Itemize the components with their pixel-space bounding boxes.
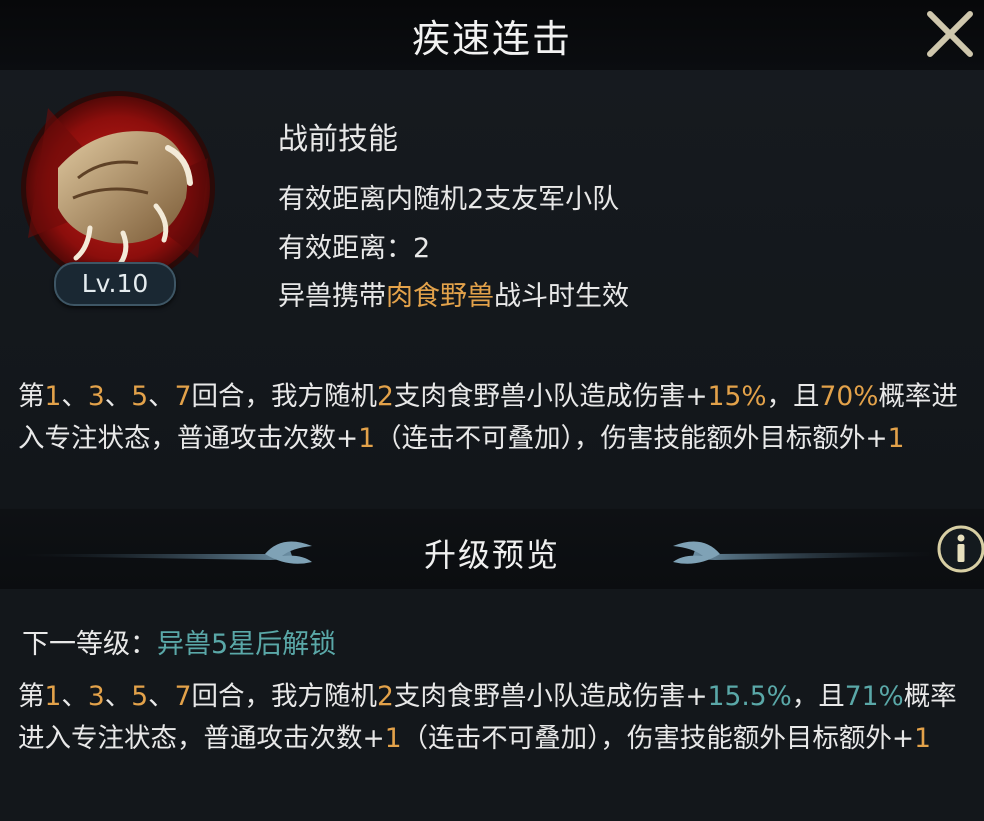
desc-number: 71% bbox=[844, 681, 904, 712]
desc-text: 、 bbox=[61, 381, 88, 412]
desc-number: 5 bbox=[131, 681, 149, 712]
skill-target: 有效距离内随机2支友军小队 bbox=[278, 184, 620, 215]
desc-number: 2 bbox=[377, 681, 394, 712]
desc-text: 回合，我方随机 bbox=[191, 381, 378, 412]
next-level-label: 下一等级： bbox=[22, 629, 157, 660]
condition-highlight: 肉食野兽 bbox=[386, 281, 494, 312]
desc-text: 、 bbox=[104, 681, 132, 712]
desc-text: 、 bbox=[61, 681, 88, 712]
desc-text: ，且 bbox=[766, 381, 820, 412]
desc-text: 支肉食野兽小队造成伤害+ bbox=[393, 381, 708, 412]
desc-text: （连击不可叠加），伤害技能额外目标额外+ bbox=[401, 723, 915, 754]
desc-number: 1 bbox=[358, 423, 376, 454]
desc-number: 7 bbox=[174, 381, 192, 412]
info-icon[interactable] bbox=[936, 524, 984, 574]
desc-number: 1 bbox=[44, 381, 62, 412]
desc-number: 1 bbox=[887, 423, 905, 454]
next-effect-description: 第1、3、5、7回合，我方随机2支肉食野兽小队造成伤害+15.5%，且71%概率… bbox=[18, 676, 968, 760]
next-level-line: 下一等级：异兽5星后解锁 bbox=[22, 622, 336, 661]
desc-text: 第 bbox=[18, 381, 45, 412]
next-level-value: 异兽5星后解锁 bbox=[157, 629, 337, 660]
skill-level-badge: Lv.10 bbox=[54, 262, 176, 306]
desc-number: 3 bbox=[87, 381, 105, 412]
desc-number: 2 bbox=[377, 381, 394, 412]
skill-type: 战前技能 bbox=[278, 122, 398, 157]
desc-number: 5 bbox=[131, 381, 149, 412]
current-effect-description: 第1、3、5、7回合，我方随机2支肉食野兽小队造成伤害+15%，且70%概率进入… bbox=[18, 376, 968, 460]
desc-text: 回合，我方随机 bbox=[191, 681, 378, 712]
skill-condition: 异兽携带肉食野兽战斗时生效 bbox=[278, 274, 629, 313]
page-title: 疾速连击 bbox=[411, 17, 572, 61]
desc-text: 支肉食野兽小队造成伤害+ bbox=[393, 681, 708, 712]
desc-number: 1 bbox=[384, 723, 402, 754]
beast-claw-icon bbox=[21, 91, 215, 285]
ornament-right-icon bbox=[673, 541, 935, 564]
desc-text: （连击不可叠加），伤害技能额外目标额外+ bbox=[375, 423, 888, 454]
condition-suffix: 战斗时生效 bbox=[494, 281, 629, 312]
desc-number: 7 bbox=[174, 681, 192, 712]
desc-number: 1 bbox=[44, 681, 62, 712]
desc-text: 第 bbox=[18, 681, 45, 712]
range-label: 有效距离： bbox=[278, 233, 413, 264]
desc-number: 70% bbox=[819, 381, 879, 412]
range-value: 2 bbox=[413, 233, 431, 264]
desc-text: 、 bbox=[104, 381, 132, 412]
desc-number: 15% bbox=[707, 381, 767, 412]
desc-text: 、 bbox=[148, 681, 175, 712]
desc-text: 、 bbox=[148, 381, 175, 412]
desc-number: 3 bbox=[87, 681, 105, 712]
skill-range: 有效距离：2 bbox=[278, 226, 430, 265]
close-icon[interactable] bbox=[922, 6, 978, 62]
desc-text: ，且 bbox=[791, 681, 845, 712]
desc-number: 15.5% bbox=[707, 681, 792, 712]
condition-prefix: 异兽携带 bbox=[278, 281, 386, 312]
desc-number: 1 bbox=[914, 723, 931, 754]
